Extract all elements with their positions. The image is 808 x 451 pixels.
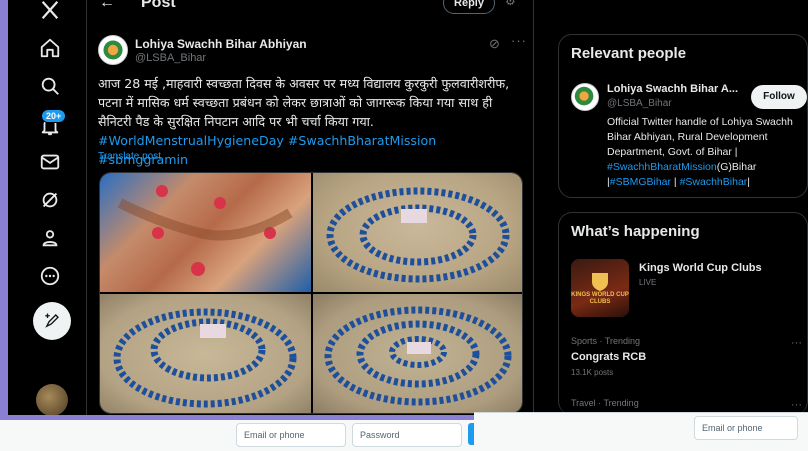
tweet-media-grid <box>99 172 523 414</box>
more-circle-icon[interactable] <box>36 262 64 290</box>
event-thumbnail[interactable]: KINGS WORLD CUP CLUBS <box>571 259 629 317</box>
trend-meta: Sports · Trending <box>571 336 641 346</box>
compose-post-button[interactable] <box>33 302 71 340</box>
tweet-body: आज 28 मई ,माहवारी स्वच्छता दिवस के अवसर … <box>98 76 510 129</box>
x-logo-icon[interactable] <box>36 0 64 24</box>
grok-explain-icon[interactable]: ⊘ <box>489 36 500 52</box>
follow-button[interactable]: Follow <box>751 85 807 109</box>
bio-separator: | <box>671 176 680 188</box>
event-live-status: LIVE <box>639 278 657 287</box>
messages-icon[interactable] <box>36 148 64 176</box>
login-bar-right: Email or phone <box>474 412 808 451</box>
email-field[interactable]: Email or phone <box>236 423 346 447</box>
post-header: ← Post Reply ⚙ <box>87 0 535 16</box>
post-detail-column: ← Post Reply ⚙ Lohiya Swachh Bihar Abhiy… <box>86 0 534 415</box>
tweet-author-avatar[interactable] <box>98 35 128 65</box>
event-name[interactable]: Kings World Cup Clubs <box>639 262 762 274</box>
email-field-right[interactable]: Email or phone <box>694 416 798 440</box>
profile-icon[interactable] <box>36 224 64 252</box>
bio-end: | <box>747 176 751 188</box>
trend-more-icon[interactable]: ··· <box>791 399 802 411</box>
whats-happening-title: What’s happening <box>571 223 700 240</box>
arrow-left-icon[interactable]: ← <box>99 0 115 12</box>
login-bar-left: Email or phone Password <box>0 415 474 451</box>
trend-post-count: 13.1K posts <box>571 368 614 377</box>
compose-post-icon <box>45 313 59 328</box>
relevant-people-title: Relevant people <box>571 45 687 62</box>
bio-text: Official Twitter handle of Lohiya Swachh… <box>607 116 793 158</box>
home-icon[interactable] <box>36 34 64 62</box>
tweet-author-name[interactable]: Lohiya Swachh Bihar Abhiyan <box>135 37 307 51</box>
search-icon[interactable] <box>36 72 64 100</box>
translate-post-link[interactable]: Translate post <box>98 151 161 162</box>
media-image-circle-formation-2[interactable] <box>100 294 311 413</box>
whats-happening-card: What’s happening KINGS WORLD CUP CLUBS K… <box>558 212 808 415</box>
trend-meta: Travel · Trending <box>571 398 639 408</box>
relevant-person-avatar[interactable] <box>571 83 599 111</box>
relevant-person-handle[interactable]: @LSBA_Bihar <box>607 98 672 109</box>
event-thumbnail-text: KINGS WORLD CUP CLUBS <box>571 292 629 305</box>
sidebar-nav: 20+ <box>8 0 86 416</box>
account-avatar[interactable] <box>36 384 68 416</box>
relevant-people-card: Relevant people Lohiya Swachh Bihar A...… <box>558 34 808 198</box>
tweet-author-handle[interactable]: @LSBA_Bihar <box>135 52 206 64</box>
tweet-text: आज 28 मई ,माहवारी स्वच्छता दिवस के अवसर … <box>98 74 524 169</box>
media-image-hands[interactable] <box>100 173 311 292</box>
relevant-person-name[interactable]: Lohiya Swachh Bihar A... <box>607 83 738 95</box>
trend-more-icon[interactable]: ··· <box>791 337 802 349</box>
reply-button[interactable]: Reply <box>443 0 495 14</box>
bio-hashtag-3[interactable]: #SwachhBihar <box>680 176 748 188</box>
settings-icon[interactable]: ⚙ <box>505 0 516 8</box>
crown-shield-icon <box>592 273 608 291</box>
trend-name[interactable]: Congrats RCB <box>571 351 646 363</box>
relevant-person-bio: Official Twitter handle of Lohiya Swachh… <box>607 115 807 190</box>
media-image-circle-formation-1[interactable] <box>313 173 522 292</box>
bio-hashtag-2[interactable]: #SBMGBihar <box>610 176 671 188</box>
page-title: Post <box>141 0 176 11</box>
window-frame-left <box>0 0 8 415</box>
notification-count-badge: 20+ <box>41 109 67 123</box>
media-image-circle-formation-3[interactable] <box>313 294 522 413</box>
bio-hashtag-1[interactable]: #SwachhBharatMission <box>607 161 717 173</box>
grok-icon[interactable] <box>36 186 64 214</box>
more-options-icon[interactable]: ··· <box>511 33 527 48</box>
right-sidebar: Relevant people Lohiya Swachh Bihar A...… <box>534 0 808 415</box>
password-field[interactable]: Password <box>352 423 462 447</box>
